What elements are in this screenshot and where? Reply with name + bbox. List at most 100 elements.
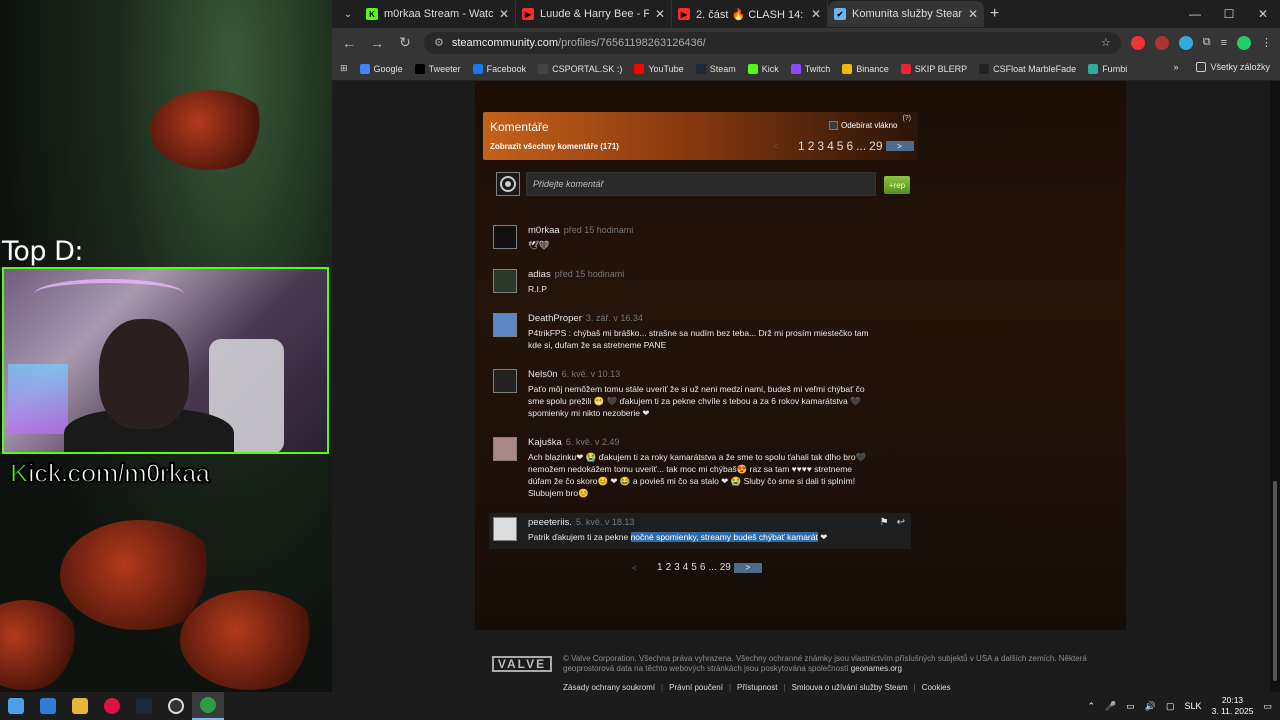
footer-link[interactable]: Cookies [922,683,951,692]
back-icon[interactable]: ← [340,35,358,51]
page-link[interactable]: 6 [846,139,853,153]
show-all-comments-link[interactable]: Zobrazit všechny komentáře (171) [490,142,619,151]
page-link[interactable]: 5 [837,139,844,153]
bookmark-item[interactable]: SKIP BLERP [900,63,967,74]
footer-link[interactable]: Zásady ochrany soukromí [563,683,655,692]
profile-avatar-icon[interactable] [1237,35,1251,50]
bookmark-item[interactable]: Kick [747,63,779,74]
all-bookmarks-folder[interactable]: Všetky záložky [1196,62,1270,72]
next-page-button[interactable]: > [885,141,914,151]
avatar[interactable] [493,369,517,393]
bookmark-item[interactable]: Tweeter [414,63,461,74]
forward-icon[interactable]: → [368,35,386,51]
browser-tab[interactable]: ✔Komunita služby Steam :: P4trik✕ [828,1,984,27]
more-bookmarks-icon[interactable]: » [1173,62,1178,72]
page-link[interactable]: 1 [798,139,805,153]
comment-author[interactable]: m0rkaa [528,225,560,236]
page-link[interactable]: 4 [683,562,689,573]
page-link[interactable]: 2 [808,139,815,153]
url-field[interactable]: ⚙ steamcommunity.com/profiles/7656119826… [424,31,1121,54]
tab-search-icon[interactable]: ⌄ [336,2,360,26]
taskbar-app[interactable] [128,692,160,720]
input-language[interactable]: SLK [1185,701,1202,711]
apps-grid-icon[interactable]: ⊞ [340,63,348,74]
taskbar-app[interactable] [160,692,192,720]
comment-author[interactable]: DeathProper [528,313,582,324]
media-control-icon[interactable]: ≡ [1221,37,1227,49]
avatar[interactable] [493,313,517,337]
folder-icon[interactable]: ▢ [1166,701,1175,712]
comment-author[interactable]: adias [528,269,551,280]
page-link[interactable]: 3 [817,139,824,153]
avatar[interactable] [493,225,517,249]
subscribe-thread-toggle[interactable]: Odebírat vlákno [829,121,897,130]
report-flag-icon[interactable]: ⚑ [880,517,889,528]
subscribe-checkbox[interactable] [829,121,838,130]
extensions-puzzle-icon[interactable]: ⧉ [1203,36,1211,49]
rep-button[interactable]: +rep [884,176,910,194]
new-tab-button[interactable]: + [990,5,999,23]
taskbar-app[interactable] [64,692,96,720]
footer-link[interactable]: Přístupnost [737,683,777,692]
avatar[interactable] [493,517,517,541]
taskbar-app[interactable] [32,692,64,720]
page-link[interactable]: 1 [657,562,663,573]
close-window-icon[interactable]: ✕ [1246,0,1280,28]
browser-tab[interactable]: ▶Luude & Harry Bee - Fun In✕ [516,1,672,27]
bookmark-item[interactable]: Facebook [472,63,526,74]
geonames-link[interactable]: geonames.org [851,664,902,673]
bookmark-item[interactable]: Google [359,63,403,74]
page-link[interactable]: 4 [827,139,834,153]
bookmark-item[interactable]: YouTube [634,63,684,74]
reply-icon[interactable]: ↩ [897,517,905,528]
bookmark-item[interactable]: Twitch [790,63,830,74]
avatar[interactable] [493,437,517,461]
taskbar-app-active[interactable] [192,692,224,720]
network-icon[interactable]: ▭ [1126,701,1135,712]
comment-input[interactable] [526,172,876,196]
microphone-icon[interactable]: 🎤 [1105,701,1116,712]
bookmark-item[interactable]: Steam [695,63,736,74]
page-link[interactable]: 6 [700,562,706,573]
close-tab-icon[interactable]: ✕ [811,7,821,21]
extension-icon[interactable] [1154,35,1169,50]
bookmark-item[interactable]: Binance [842,63,889,74]
comment-author[interactable]: Nels0n [528,369,558,380]
volume-icon[interactable]: 🔊 [1145,701,1156,712]
comment-author[interactable]: Kajuška [528,437,562,448]
site-info-icon[interactable]: ⚙ [434,36,444,49]
bookmark-item[interactable]: CSPORTAL.SK :) [538,63,622,74]
close-tab-icon[interactable]: ✕ [655,7,665,21]
bookmark-item[interactable]: CSFloat MarbleFade [979,63,1076,74]
maximize-icon[interactable]: ☐ [1212,0,1246,28]
scrollbar-thumb[interactable] [1273,481,1277,681]
extension-icon[interactable] [1178,35,1193,50]
footer-link[interactable]: Právní poučení [669,683,723,692]
page-scrollbar[interactable] [1270,81,1280,692]
browser-tab[interactable]: Km0rkaa Stream - Watch Live on✕ [360,1,516,27]
reload-icon[interactable]: ↻ [396,34,414,51]
taskbar-app[interactable] [96,692,128,720]
next-page-button[interactable]: > [733,562,762,573]
close-tab-icon[interactable]: ✕ [968,7,978,21]
prev-page-icon[interactable]: < [632,563,654,573]
page-link[interactable]: 29 [720,562,731,573]
valve-logo[interactable]: VALVE [492,656,552,672]
browser-tab[interactable]: ▶2. část 🔥 CLASH 14: Úvodní tis✕ [672,1,828,27]
bookmark-star-icon[interactable]: ☆ [1101,36,1111,49]
extension-icon[interactable] [1130,35,1145,50]
help-icon[interactable]: (?) [902,115,911,122]
close-tab-icon[interactable]: ✕ [499,7,509,21]
clock[interactable]: 20:13 3. 11. 2025 [1212,695,1254,717]
avatar[interactable] [493,269,517,293]
menu-icon[interactable]: ⋮ [1261,36,1272,49]
start-button[interactable] [0,692,32,720]
prev-page-icon[interactable]: < [773,141,795,151]
minimize-icon[interactable]: — [1178,0,1212,28]
page-link[interactable]: 29 [869,139,882,153]
page-link[interactable]: 3 [674,562,680,573]
page-link[interactable]: 2 [666,562,672,573]
comment-author[interactable]: peeeteriis. [528,517,572,528]
footer-link[interactable]: Smlouva o užívání služby Steam [792,683,908,692]
bookmark-item[interactable]: Fumbi [1088,63,1127,74]
